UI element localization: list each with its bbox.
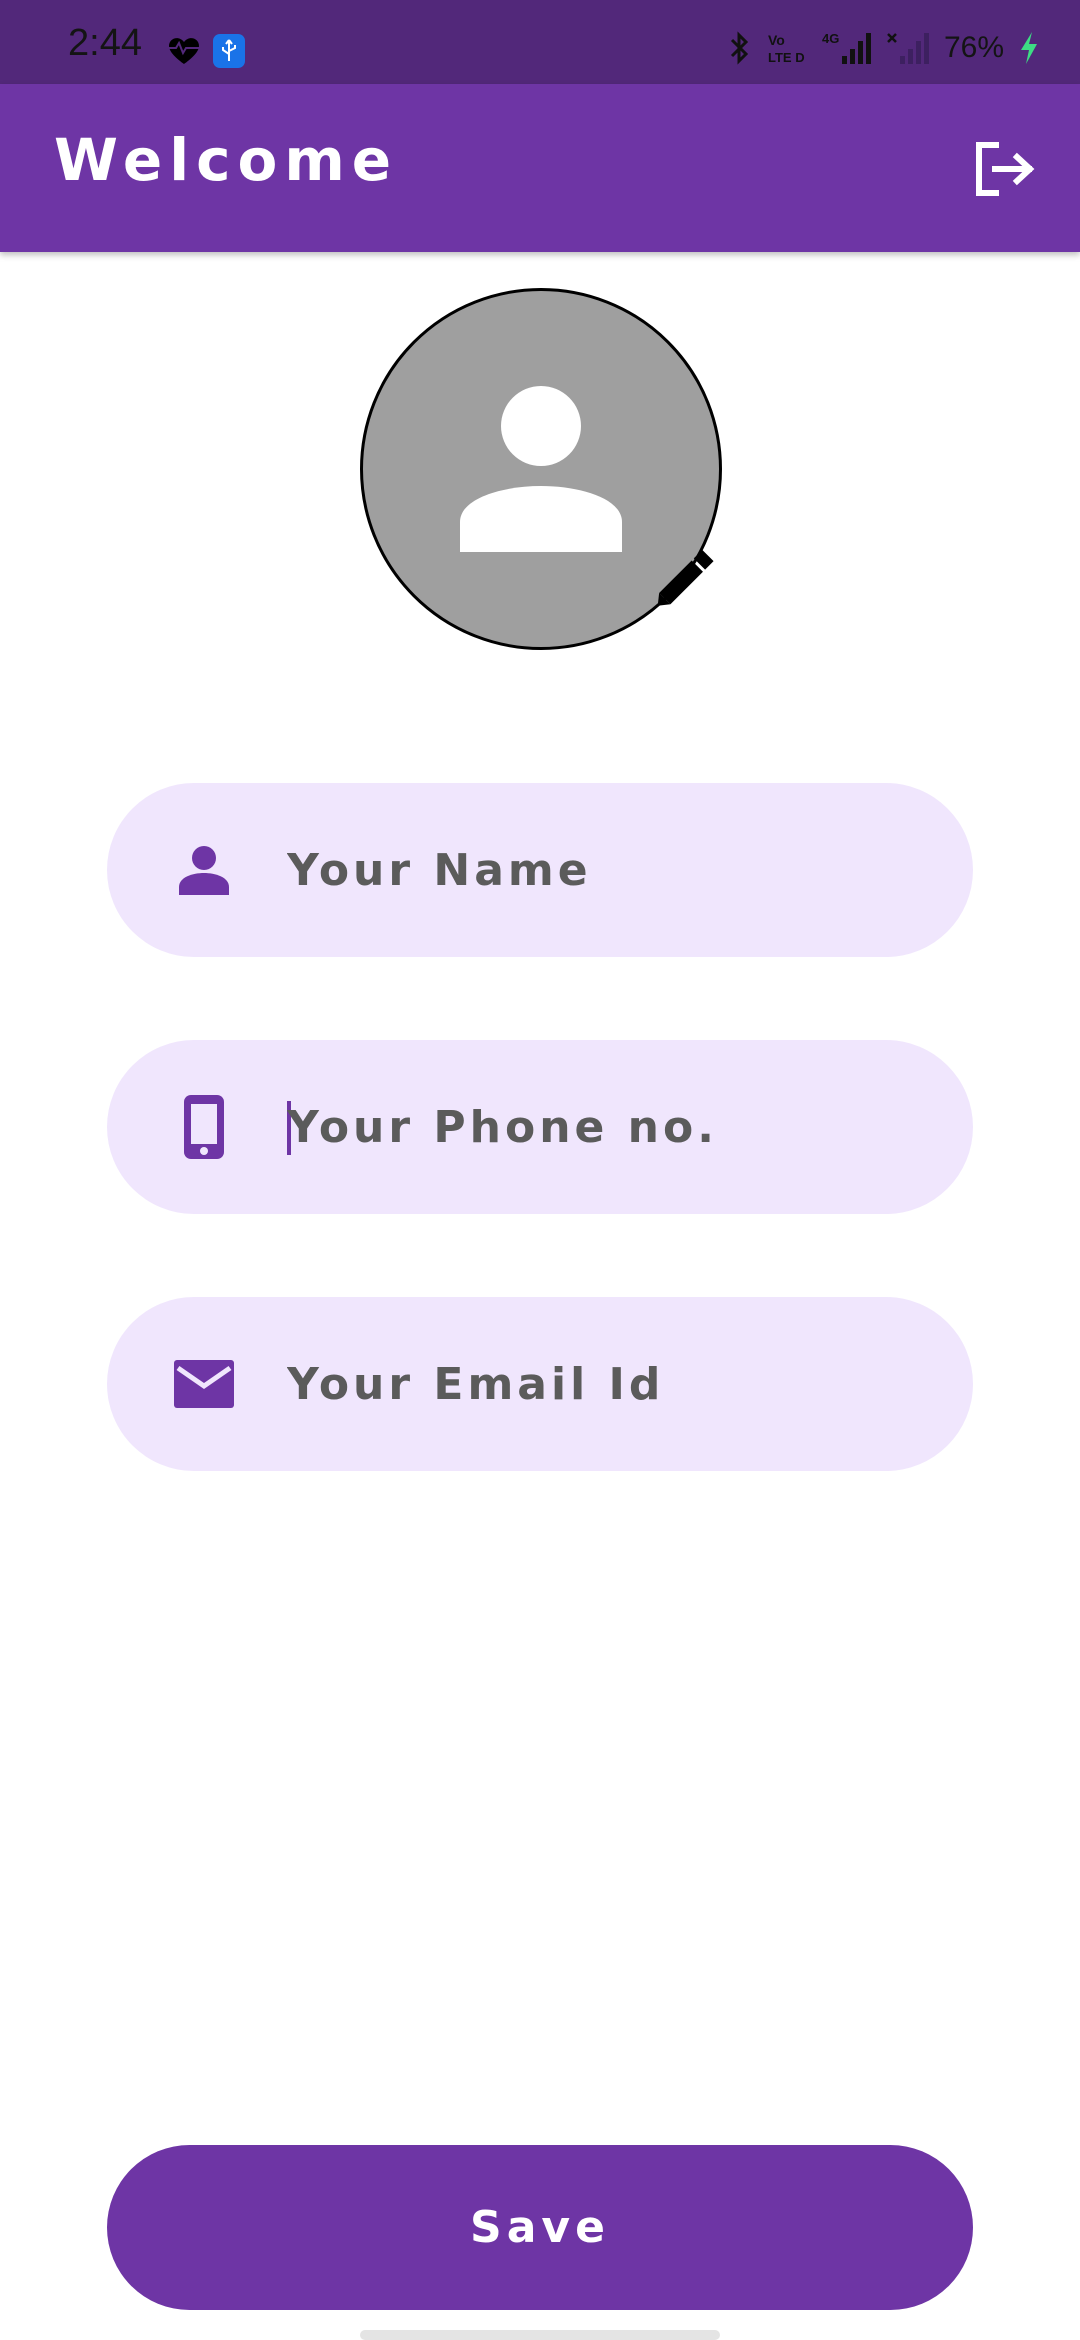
logout-button[interactable] <box>970 134 1040 204</box>
logout-icon <box>976 142 1035 196</box>
battery-percent: 76% <box>943 31 1004 64</box>
heart-monitor-icon <box>168 38 200 64</box>
svg-text:4G: 4G <box>822 31 839 46</box>
mail-icon <box>167 1347 241 1421</box>
phone-input[interactable] <box>287 1040 927 1214</box>
smartphone-icon <box>167 1090 241 1164</box>
status-right-icons: Vo LTE D 4G 76% <box>726 28 1040 68</box>
save-button[interactable]: Save <box>107 2145 973 2310</box>
app-bar: Welcome <box>0 84 1080 252</box>
status-left-icons <box>165 32 245 72</box>
volte-icon: Vo LTE D <box>768 32 805 65</box>
status-bar: 2:44 Vo LTE D 4G 76% <box>0 0 1080 84</box>
pencil-icon[interactable] <box>651 541 721 611</box>
signal-no-service-icon <box>887 33 929 64</box>
navigation-handle[interactable] <box>360 2330 720 2340</box>
email-input[interactable] <box>287 1297 927 1471</box>
svg-text:Vo: Vo <box>768 32 785 48</box>
person-icon <box>167 833 241 907</box>
usb-icon <box>213 34 245 68</box>
profile-avatar[interactable] <box>360 288 722 650</box>
charging-icon <box>1021 32 1037 64</box>
phone-field[interactable] <box>107 1040 973 1214</box>
signal-4g-icon: 4G <box>822 31 871 64</box>
email-field[interactable] <box>107 1297 973 1471</box>
status-time: 2:44 <box>68 22 142 64</box>
name-input[interactable] <box>287 783 927 957</box>
svg-text:LTE D: LTE D <box>768 50 805 65</box>
page-title: Welcome <box>54 126 399 194</box>
name-field[interactable] <box>107 783 973 957</box>
person-icon <box>460 386 622 552</box>
bluetooth-icon <box>730 31 749 65</box>
